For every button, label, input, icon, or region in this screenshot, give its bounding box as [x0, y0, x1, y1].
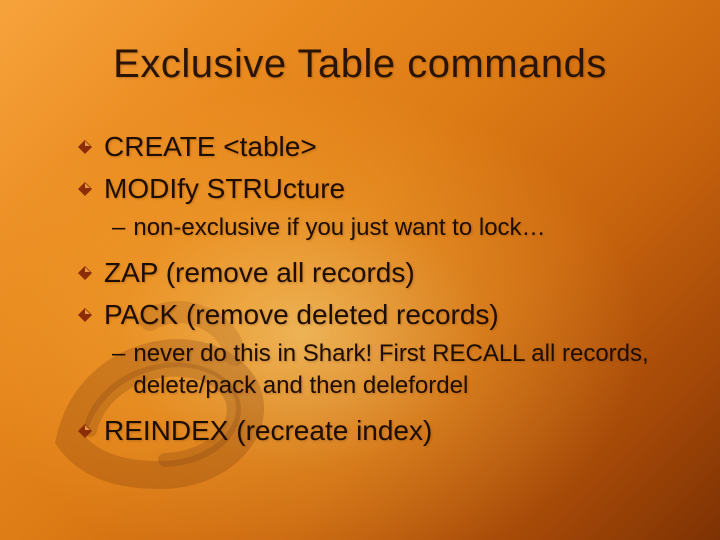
bullet-item: PACK (remove deleted records) — [78, 296, 680, 334]
sub-bullet-item: – non-exclusive if you just want to lock… — [112, 212, 680, 244]
dash-icon: – — [112, 338, 125, 370]
bullet-item: MODIfy STRUcture — [78, 170, 680, 208]
bullet-text: REINDEX (recreate index) — [104, 412, 680, 450]
slide-title: Exclusive Table commands — [0, 42, 720, 87]
dash-icon: – — [112, 212, 125, 244]
diamond-bullet-icon — [78, 140, 92, 154]
diamond-bullet-icon — [78, 266, 92, 280]
bullet-item: ZAP (remove all records) — [78, 254, 680, 292]
bullet-text: ZAP (remove all records) — [104, 254, 680, 292]
slide-body: CREATE <table> MODIfy STRUcture – non-ex… — [78, 128, 680, 454]
bullet-item: CREATE <table> — [78, 128, 680, 166]
bullet-text: MODIfy STRUcture — [104, 170, 680, 208]
bullet-text: PACK (remove deleted records) — [104, 296, 680, 334]
sub-bullet-text: non-exclusive if you just want to lock… — [133, 212, 680, 244]
bullet-text: CREATE <table> — [104, 128, 680, 166]
bullet-item: REINDEX (recreate index) — [78, 412, 680, 450]
slide: Exclusive Table commands CREATE <table> … — [0, 0, 720, 540]
diamond-bullet-icon — [78, 424, 92, 438]
diamond-bullet-icon — [78, 182, 92, 196]
diamond-bullet-icon — [78, 308, 92, 322]
sub-bullet-text: never do this in Shark! First RECALL all… — [133, 338, 680, 403]
sub-bullet-item: – never do this in Shark! First RECALL a… — [112, 338, 680, 403]
